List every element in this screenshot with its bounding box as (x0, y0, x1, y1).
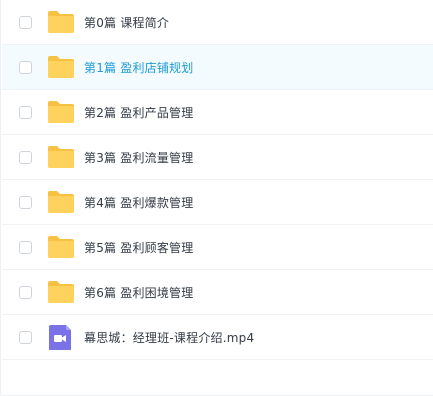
folder-icon (48, 11, 74, 33)
file-row-7[interactable]: 幕思城：经理班-课程介绍.mp4 (2, 315, 433, 360)
file-name[interactable]: 第0篇 课程简介 (84, 14, 169, 31)
file-name[interactable]: 第5篇 盈利顾客管理 (84, 239, 193, 256)
file-name[interactable]: 第1篇 盈利店铺规划 (84, 59, 193, 76)
row-checkbox[interactable] (19, 285, 32, 299)
file-row-0[interactable]: 第0篇 课程简介 (2, 0, 433, 45)
folder-icon (48, 236, 74, 258)
file-list: 第0篇 课程简介 第1篇 盈利店铺规划 第2篇 盈利产品管理 第3篇 盈利流量管… (0, 0, 433, 396)
file-row-4[interactable]: 第4篇 盈利爆款管理 (2, 180, 433, 225)
folder-icon (48, 56, 74, 78)
file-row-2[interactable]: 第2篇 盈利产品管理 (2, 90, 433, 135)
file-row-6[interactable]: 第6篇 盈利困境管理 (2, 270, 433, 315)
folder-icon (48, 146, 74, 168)
row-checkbox[interactable] (19, 15, 32, 29)
video-file-icon (49, 325, 71, 350)
file-row-1[interactable]: 第1篇 盈利店铺规划 (2, 45, 433, 90)
file-name[interactable]: 第3篇 盈利流量管理 (84, 149, 193, 166)
file-name[interactable]: 第2篇 盈利产品管理 (84, 104, 193, 121)
file-row-5[interactable]: 第5篇 盈利顾客管理 (2, 225, 433, 270)
file-row-3[interactable]: 第3篇 盈利流量管理 (2, 135, 433, 180)
file-name[interactable]: 第4篇 盈利爆款管理 (84, 194, 193, 211)
row-checkbox[interactable] (19, 195, 32, 209)
row-checkbox[interactable] (19, 240, 32, 254)
row-checkbox[interactable] (19, 150, 32, 164)
folder-icon (48, 281, 74, 303)
file-name[interactable]: 第6篇 盈利困境管理 (84, 284, 193, 301)
row-checkbox[interactable] (19, 105, 32, 119)
file-name[interactable]: 幕思城：经理班-课程介绍.mp4 (84, 329, 254, 346)
folder-icon (48, 191, 74, 213)
row-checkbox[interactable] (19, 330, 32, 344)
row-checkbox[interactable] (19, 60, 32, 74)
folder-icon (48, 101, 74, 123)
